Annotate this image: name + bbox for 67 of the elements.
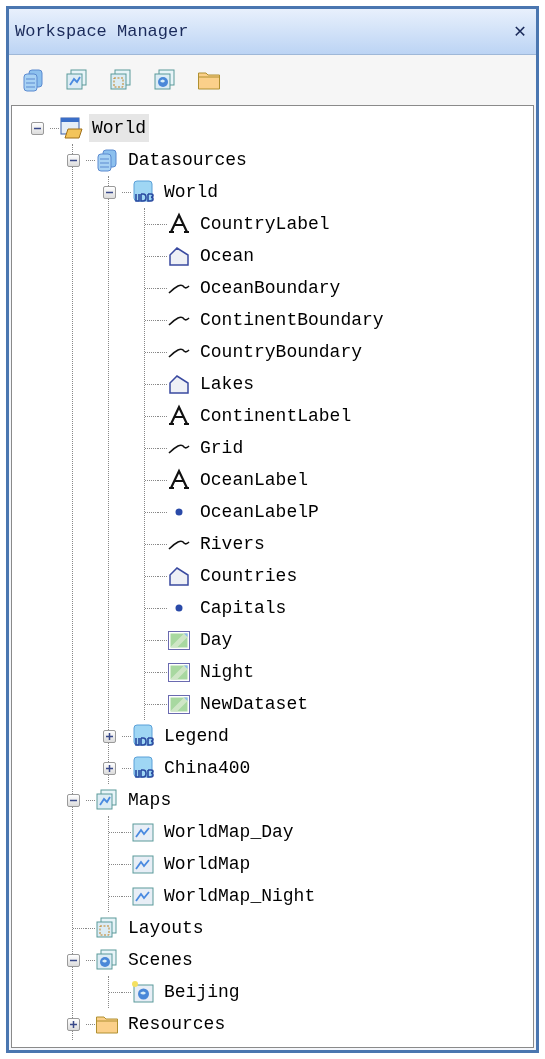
plus-icon bbox=[104, 763, 114, 773]
panel-title: Workspace Manager bbox=[15, 20, 189, 43]
database-icon bbox=[131, 724, 155, 748]
tree-item[interactable]: Layouts bbox=[125, 914, 207, 942]
tree-item[interactable]: NewDataset bbox=[197, 690, 312, 718]
collapse-toggle[interactable] bbox=[66, 793, 80, 807]
map-icon bbox=[131, 820, 155, 844]
tree-item[interactable]: ContinentBoundary bbox=[197, 306, 387, 334]
tree-item[interactable]: OceanLabel bbox=[197, 466, 312, 494]
tree-item[interactable]: Legend bbox=[161, 722, 232, 750]
tree-item[interactable]: Rivers bbox=[197, 530, 268, 558]
letter-a-icon bbox=[167, 468, 191, 492]
raster-icon bbox=[167, 628, 191, 652]
letter-a-icon bbox=[167, 404, 191, 428]
database-stack-icon bbox=[95, 148, 119, 172]
tree-item[interactable]: Lakes bbox=[197, 370, 257, 398]
tree-item[interactable]: CountryBoundary bbox=[197, 338, 366, 366]
tree-item[interactable]: World bbox=[161, 178, 221, 206]
tree-item[interactable]: CountryLabel bbox=[197, 210, 333, 238]
tree-item[interactable]: OceanLabelP bbox=[197, 498, 322, 526]
tree-item[interactable]: Maps bbox=[125, 786, 175, 814]
globe-icon bbox=[131, 980, 155, 1004]
tree-item[interactable]: Resources bbox=[125, 1010, 229, 1038]
tree-item[interactable]: China400 bbox=[161, 754, 254, 782]
expand-toggle[interactable] bbox=[102, 761, 116, 775]
database-icon bbox=[131, 180, 155, 204]
layouts-icon bbox=[109, 68, 133, 92]
raster-icon bbox=[167, 692, 191, 716]
raster-icon bbox=[167, 660, 191, 684]
polygon-icon bbox=[167, 244, 191, 268]
map-icon bbox=[131, 884, 155, 908]
tree-item[interactable]: WorldMap bbox=[161, 850, 254, 878]
polygon-icon bbox=[167, 564, 191, 588]
globe-icon bbox=[153, 68, 177, 92]
database-icon bbox=[131, 756, 155, 780]
tree-item[interactable]: Capitals bbox=[197, 594, 290, 622]
maps-icon bbox=[95, 788, 119, 812]
collapse-toggle[interactable] bbox=[66, 153, 80, 167]
maps-icon bbox=[65, 68, 89, 92]
letter-a-icon bbox=[167, 212, 191, 236]
map-icon bbox=[131, 852, 155, 876]
tree-item[interactable]: OceanBoundary bbox=[197, 274, 344, 302]
tree-item[interactable]: World bbox=[89, 114, 149, 142]
tree-item[interactable]: Night bbox=[197, 658, 257, 686]
plus-icon bbox=[68, 1019, 78, 1029]
tree-item[interactable]: Datasources bbox=[125, 146, 250, 174]
expand-toggle[interactable] bbox=[66, 1017, 80, 1031]
folder-window-icon bbox=[59, 116, 83, 140]
database-stack-icon bbox=[21, 68, 45, 92]
tree-item[interactable]: Scenes bbox=[125, 946, 196, 974]
tree-item[interactable]: WorldMap_Day bbox=[161, 818, 297, 846]
tree-item[interactable]: Ocean bbox=[197, 242, 257, 270]
collapse-toggle[interactable] bbox=[30, 121, 44, 135]
tree-item[interactable]: Grid bbox=[197, 434, 247, 462]
tree-item[interactable]: Countries bbox=[197, 562, 301, 590]
close-button[interactable]: ✕ bbox=[509, 16, 530, 47]
collapse-toggle[interactable] bbox=[66, 953, 80, 967]
globe-icon bbox=[95, 948, 119, 972]
expand-toggle[interactable] bbox=[102, 729, 116, 743]
tree-item[interactable]: ContinentLabel bbox=[197, 402, 355, 430]
tree-item[interactable]: WorldMap_Night bbox=[161, 882, 319, 910]
layouts-icon bbox=[95, 916, 119, 940]
collapse-toggle[interactable] bbox=[102, 185, 116, 199]
tree-item[interactable]: Day bbox=[197, 626, 236, 654]
polygon-icon bbox=[167, 372, 191, 396]
plus-icon bbox=[104, 731, 114, 741]
tree-item[interactable]: Beijing bbox=[161, 978, 243, 1006]
